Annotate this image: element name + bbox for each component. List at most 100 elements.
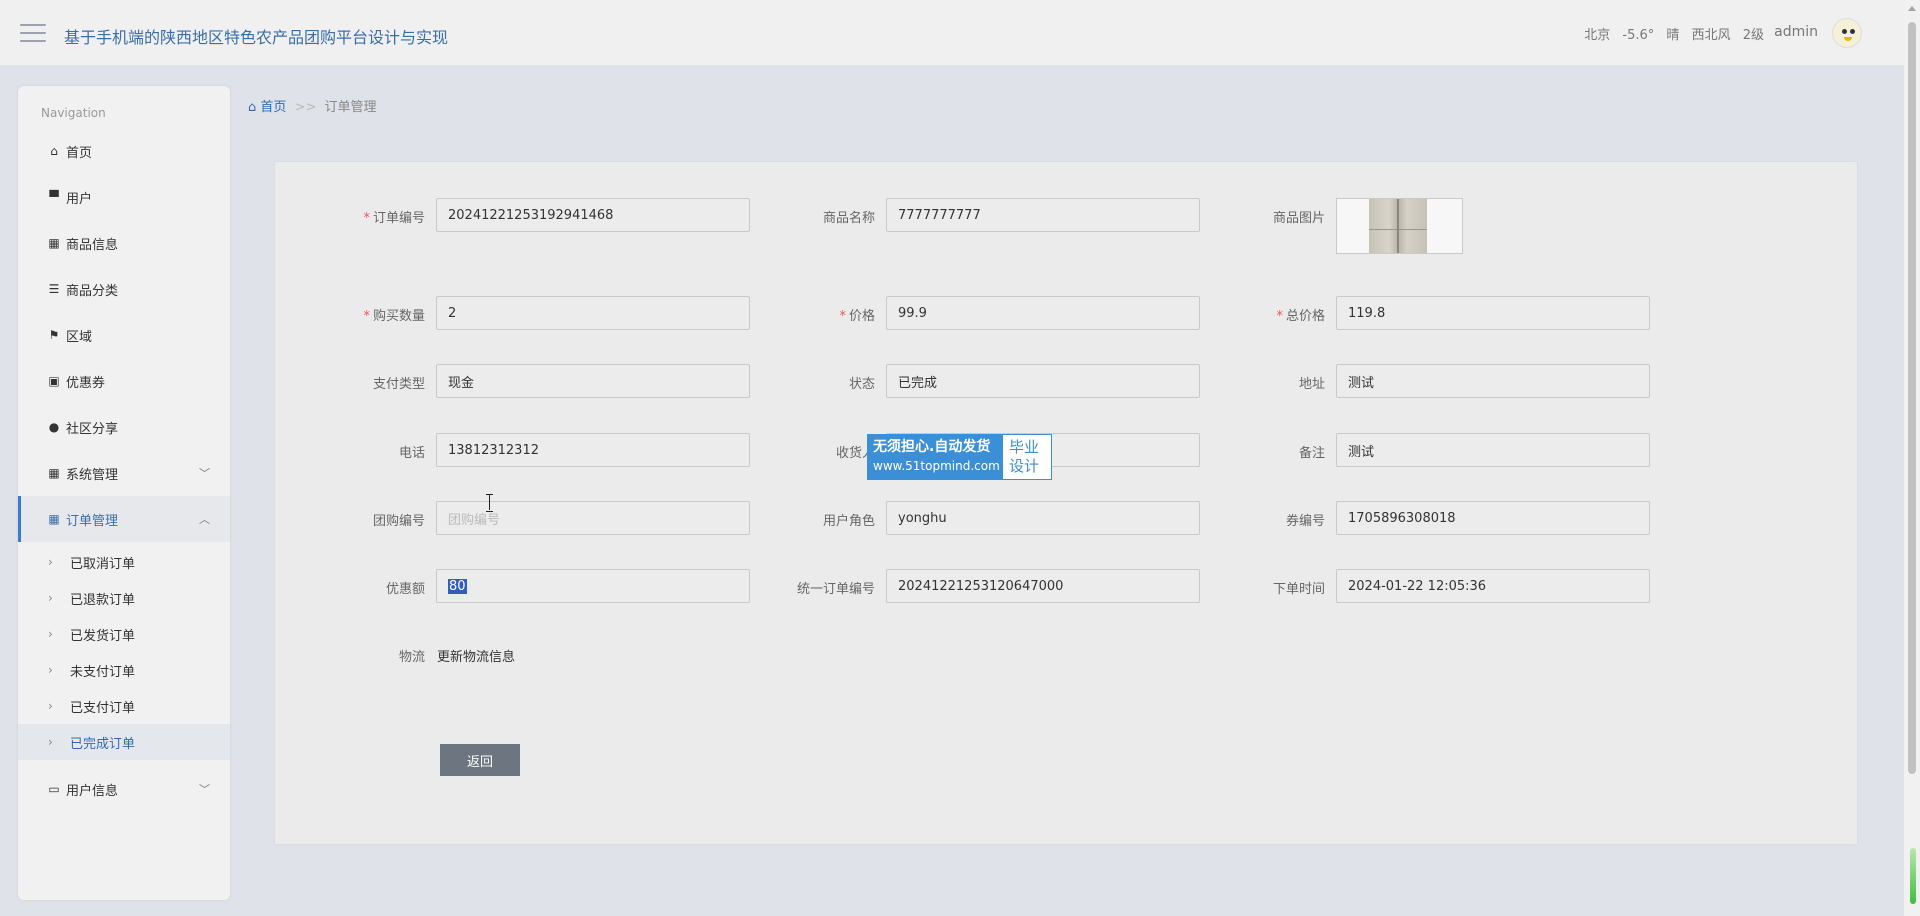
sidebar-item-user[interactable]: ▀ 用户 [18,174,230,220]
scroll-up-icon[interactable] [1908,6,1916,11]
breadcrumb-current: 订单管理 [324,100,377,115]
page-scrollbar[interactable] [1904,0,1920,916]
sidebar-item-share[interactable]: ● 社区分享 [18,404,230,450]
watermark-right1: 毕业 [1009,438,1040,456]
sidebar-item-label: 社区分享 [66,421,119,437]
order-time-label: 下单时间 [1272,582,1325,597]
quantity-label: * 购买数量 [363,309,425,324]
sidebar-item-label: 订单管理 [66,513,119,529]
chevron-right-icon: › [48,555,53,569]
weather-temp: -5.6° [1622,28,1655,43]
sidebar-item-label: 首页 [66,145,93,161]
sidebar-item-home[interactable]: ⌂ 首页 [18,128,230,174]
sub-item-label: 未支付订单 [70,664,136,680]
sub-item-completed[interactable]: › 已完成订单 [18,724,230,760]
sidebar-item-label: 商品信息 [66,237,119,253]
phone-label: 电话 [398,446,425,461]
card-icon: ▭ [48,782,60,796]
sidebar-item-label: 用户信息 [66,783,119,799]
sidebar-item-category[interactable]: ☰ 商品分类 [18,266,230,312]
sidebar-item-label: 区域 [66,329,93,345]
sub-item-unpaid[interactable]: › 未支付订单 [18,652,230,688]
grid-icon: ▦ [48,512,60,526]
app-title: 基于手机端的陕西地区特色农产品团购平台设计与实现 [64,28,449,47]
weather-condition: 晴 [1666,28,1680,43]
sub-item-label: 已完成订单 [70,736,136,752]
phone-field[interactable]: 13812312312 [436,433,750,467]
sidebar-item-coupon[interactable]: ▣ 优惠券 [18,358,230,404]
coupon-no-field[interactable]: 1705896308018 [1336,501,1650,535]
sidebar-item-userinfo[interactable]: ▭ 用户信息 ﹀ [18,766,230,812]
breadcrumb-separator: >> [294,100,317,115]
discount-field[interactable]: 80 [436,569,750,603]
price-label: * 价格 [839,309,875,324]
address-label: 地址 [1298,377,1325,392]
sidebar-item-label: 优惠券 [66,375,106,391]
user-icon: ▀ [49,190,59,204]
chevron-up-icon: ︿ [199,513,210,526]
weather-wind: 西北风 [1691,28,1731,43]
weather-city: 北京 [1584,28,1611,43]
chevron-right-icon: › [48,591,53,605]
order-time-field[interactable]: 2024-01-22 12:05:36 [1336,569,1650,603]
fridge-image [1369,199,1427,253]
sub-item-refunded[interactable]: › 已退款订单 [18,580,230,616]
avatar[interactable] [1832,18,1862,48]
remark-label: 备注 [1298,446,1325,461]
status-label: 状态 [848,377,875,392]
sub-item-label: 已退款订单 [70,592,136,608]
menu-toggle-icon[interactable] [20,22,46,44]
sidebar-item-products[interactable]: ▦ 商品信息 [18,220,230,266]
logistics-update-link[interactable]: 更新物流信息 [437,646,515,665]
price-field[interactable]: 99.9 [886,296,1200,330]
user-role-field[interactable]: yonghu [886,501,1200,535]
sub-item-label: 已取消订单 [70,556,136,572]
total-field[interactable]: 119.8 [1336,296,1650,330]
sidebar-item-orders[interactable]: ▦ 订单管理 ︿ [18,496,230,542]
sub-item-shipped[interactable]: › 已发货订单 [18,616,230,652]
coupon-no-label: 券编号 [1285,514,1325,529]
back-button[interactable]: 返回 [440,744,520,776]
sub-item-paid[interactable]: › 已支付订单 [18,688,230,724]
watermark-line2: www.51topmind.com [873,459,1000,473]
chevron-right-icon: › [48,663,53,677]
sub-item-label: 已支付订单 [70,700,136,716]
remark-field[interactable]: 测试 [1336,433,1650,467]
share-icon: ● [48,420,60,434]
sidebar-item-system[interactable]: ▦ 系统管理 ﹀ [18,450,230,496]
unified-no-field[interactable]: 20241221253120647000 [886,569,1200,603]
sidebar-item-label: 商品分类 [66,283,119,299]
chevron-right-icon: › [48,699,53,713]
sidebar: Navigation ⌂ 首页 ▀ 用户 ▦ 商品信息 ☰ 商品分类 ⚑ 区域 … [18,86,230,900]
chevron-down-icon: ﹀ [199,467,210,480]
top-bar: 基于手机端的陕西地区特色农产品团购平台设计与实现 北京 -5.6° 晴 西北风 … [0,0,1904,66]
list-icon: ☰ [48,282,60,296]
product-name-label: 商品名称 [822,211,875,226]
quantity-field[interactable]: 2 [436,296,750,330]
chevron-right-icon: › [48,627,53,641]
status-field[interactable]: 已完成 [886,364,1200,398]
product-name-field[interactable]: 7777777777 [886,198,1200,232]
order-no-label: * 订单编号 [363,211,425,226]
chevron-down-icon: ﹀ [199,783,210,796]
address-field[interactable]: 测试 [1336,364,1650,398]
breadcrumb-home[interactable]: ⌂ 首页 [248,100,286,115]
sub-item-cancelled[interactable]: › 已取消订单 [18,544,230,580]
discount-label: 优惠额 [385,582,425,597]
sub-item-label: 已发货订单 [70,628,136,644]
user-role-label: 用户角色 [822,514,875,529]
group-no-field[interactable]: 团购编号 [436,501,750,535]
grid-icon: ▦ [48,466,60,480]
pay-type-field[interactable]: 现金 [436,364,750,398]
username[interactable]: admin [1774,24,1818,40]
weather-info: 北京 -5.6° 晴 西北风 2级 [1576,24,1764,43]
product-image[interactable] [1336,198,1463,254]
breadcrumb: ⌂ 首页 >> 订单管理 [248,96,377,115]
scroll-thumb[interactable] [1908,22,1916,774]
receiver-label: 收货人 [835,446,875,461]
sidebar-item-label: 用户 [66,191,93,207]
sidebar-item-region[interactable]: ⚑ 区域 [18,312,230,358]
watermark-right2: 设计 [1009,457,1040,475]
order-no-field[interactable]: 20241221253192941468 [436,198,750,232]
watermark-overlay: 无须担心.自动发货 www.51topmind.com 毕业 设计 [867,434,1052,480]
